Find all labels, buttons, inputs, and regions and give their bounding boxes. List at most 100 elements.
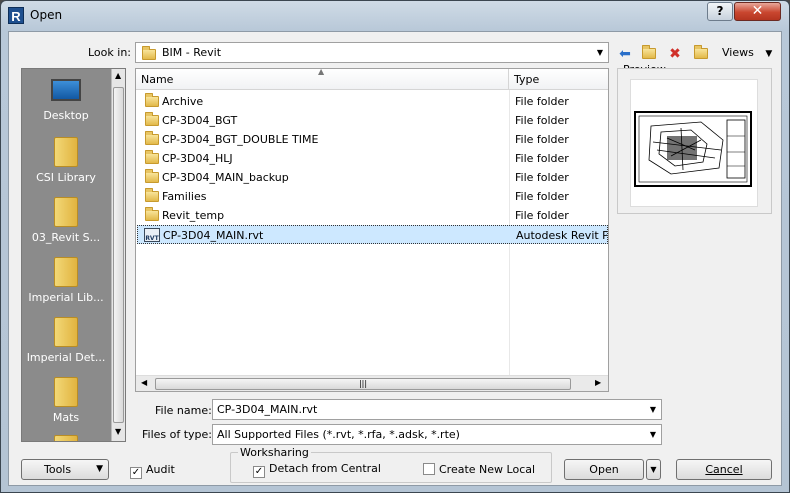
place-label: Imperial Det... xyxy=(26,351,106,364)
file-list-hscrollbar[interactable]: ◀ ||| ▶ xyxy=(136,375,608,391)
place-csi-library[interactable]: CSI Library xyxy=(22,137,110,184)
folder-icon xyxy=(54,435,78,441)
views-label: Views xyxy=(722,46,754,59)
look-in-dropdown[interactable]: BIM - Revit ▼ xyxy=(135,42,609,63)
scroll-right-icon[interactable]: ▶ xyxy=(595,378,601,387)
audit-label: Audit xyxy=(146,463,175,476)
file-name: Families xyxy=(162,190,207,203)
rvt-file-icon: RVT xyxy=(144,228,160,242)
delete-icon[interactable]: ✖ xyxy=(665,44,685,64)
place-imperial-lib[interactable]: Imperial Lib... xyxy=(22,257,110,304)
places-bar: Desktop CSI Library 03_Revit S... Imperi… xyxy=(21,68,126,442)
files-of-type-label: Files of type: xyxy=(142,428,213,441)
scroll-left-icon[interactable]: ◀ xyxy=(141,378,147,387)
files-of-type-dropdown[interactable]: All Supported Files (*.rvt, *.rfa, *.ads… xyxy=(212,424,662,445)
file-type: File folder xyxy=(515,114,569,127)
file-row-cp3d04-bgt-double-time[interactable]: CP-3D04_BGT_DOUBLE TIME File folder xyxy=(137,130,608,149)
chevron-down-icon: ▼ xyxy=(96,464,103,474)
folder-icon xyxy=(145,112,159,126)
file-row-cp3d04-hlj[interactable]: CP-3D04_HLJ File folder xyxy=(137,149,608,168)
close-button[interactable]: ✕ xyxy=(734,2,781,21)
detach-from-central-checkbox[interactable]: ✓ Detach from Central xyxy=(253,462,381,478)
views-menu[interactable]: Views ▼ xyxy=(722,46,772,59)
open-dialog: R Open ? ✕ Look in: BIM - Revit ▼ ⬅ ✖ Vi… xyxy=(0,0,790,493)
file-type: Autodesk Revit Pr xyxy=(516,229,608,242)
file-row-families[interactable]: Families File folder xyxy=(137,187,608,206)
revit-app-icon: R xyxy=(8,7,24,24)
folder-icon xyxy=(54,137,78,167)
file-name: CP-3D04_HLJ xyxy=(162,152,233,165)
places-scroll-thumb[interactable] xyxy=(113,87,124,423)
open-button[interactable]: Open xyxy=(564,459,644,480)
folder-icon xyxy=(145,150,159,164)
file-type: File folder xyxy=(515,171,569,184)
file-name: CP-3D04_BGT_DOUBLE TIME xyxy=(162,133,319,146)
file-list[interactable]: Name ▲ Type Archive File folder CP-3D04_… xyxy=(135,67,609,392)
file-type: File folder xyxy=(515,133,569,146)
up-folder-icon[interactable] xyxy=(639,44,659,64)
chevron-down-icon[interactable]: ▼ xyxy=(647,428,659,441)
folder-icon xyxy=(54,317,78,347)
file-name-input[interactable]: CP-3D04_MAIN.rvt ▼ xyxy=(212,399,662,420)
cancel-button[interactable]: Cancel xyxy=(676,459,772,480)
scroll-up-icon[interactable]: ▲ xyxy=(115,71,121,80)
desktop-icon xyxy=(51,79,81,101)
chevron-down-icon[interactable]: ▼ xyxy=(594,46,606,59)
file-type: File folder xyxy=(515,95,569,108)
place-03-revit[interactable]: 03_Revit S... xyxy=(22,197,110,244)
folder-icon xyxy=(54,377,78,407)
file-row-revit-temp[interactable]: Revit_temp File folder xyxy=(137,206,608,225)
help-button[interactable]: ? xyxy=(707,2,733,21)
cancel-label: Cancel xyxy=(705,463,743,476)
tools-button[interactable]: Tools ▼ xyxy=(21,459,109,480)
tools-label: Tools xyxy=(44,463,72,476)
file-row-cp3d04-bgt[interactable]: CP-3D04_BGT File folder xyxy=(137,111,608,130)
file-name-value: CP-3D04_MAIN.rvt xyxy=(217,403,318,416)
checkbox-box[interactable] xyxy=(423,463,435,475)
file-name: Revit_temp xyxy=(162,209,225,222)
folder-icon xyxy=(54,257,78,287)
file-row-cp3d04-main-rvt[interactable]: RVT CP-3D04_MAIN.rvt Autodesk Revit Pr xyxy=(137,225,608,244)
chevron-down-icon[interactable]: ▼ xyxy=(647,403,659,416)
chevron-down-icon: ▼ xyxy=(650,465,657,474)
folder-icon xyxy=(145,93,159,107)
file-type: File folder xyxy=(515,190,569,203)
look-in-value: BIM - Revit xyxy=(162,46,222,59)
place-label: Mats xyxy=(52,411,80,424)
column-header-type[interactable]: Type xyxy=(509,69,608,90)
folder-icon xyxy=(145,131,159,145)
place-desktop[interactable]: Desktop xyxy=(22,77,110,122)
folder-icon xyxy=(145,188,159,202)
folder-icon xyxy=(142,46,156,60)
new-folder-icon[interactable] xyxy=(691,44,711,64)
column-name-label: Name xyxy=(141,73,174,86)
checkbox-box[interactable]: ✓ xyxy=(130,467,142,479)
place-mats[interactable]: Mats xyxy=(22,377,110,424)
column-header-name[interactable]: Name ▲ xyxy=(136,67,509,90)
sort-up-icon: ▲ xyxy=(318,67,325,76)
create-new-local-label: Create New Local xyxy=(439,463,536,476)
back-arrow-icon[interactable]: ⬅ xyxy=(615,44,635,64)
file-name: CP-3D04_BGT xyxy=(162,114,238,127)
places-scrollbar[interactable]: ▲ ▼ xyxy=(111,69,125,441)
open-options-button[interactable]: ▼ xyxy=(646,459,661,480)
hscroll-thumb[interactable]: ||| xyxy=(155,378,571,390)
title-bar[interactable]: R Open ? ✕ xyxy=(1,1,789,31)
place-label: Imperial Lib... xyxy=(28,291,104,304)
place-label: CSI Library xyxy=(36,171,96,184)
audit-checkbox[interactable]: ✓ Audit xyxy=(130,463,175,479)
create-new-local-checkbox[interactable]: Create New Local xyxy=(423,463,535,476)
file-row-cp3d04-main-backup[interactable]: CP-3D04_MAIN_backup File folder xyxy=(137,168,608,187)
checkbox-box[interactable]: ✓ xyxy=(253,466,265,478)
file-row-archive[interactable]: Archive File folder xyxy=(137,92,608,111)
folder-icon xyxy=(54,197,78,227)
worksharing-label: Worksharing xyxy=(238,446,311,459)
file-type: File folder xyxy=(515,209,569,222)
scroll-down-icon[interactable]: ▼ xyxy=(115,427,121,436)
place-imperial-det[interactable]: Imperial Det... xyxy=(22,317,110,364)
preview-pane xyxy=(617,68,772,214)
place-label: Desktop xyxy=(43,109,89,122)
place-label: 03_Revit S... xyxy=(31,231,101,244)
file-name: Archive xyxy=(162,95,204,108)
column-type-label: Type xyxy=(514,73,540,86)
